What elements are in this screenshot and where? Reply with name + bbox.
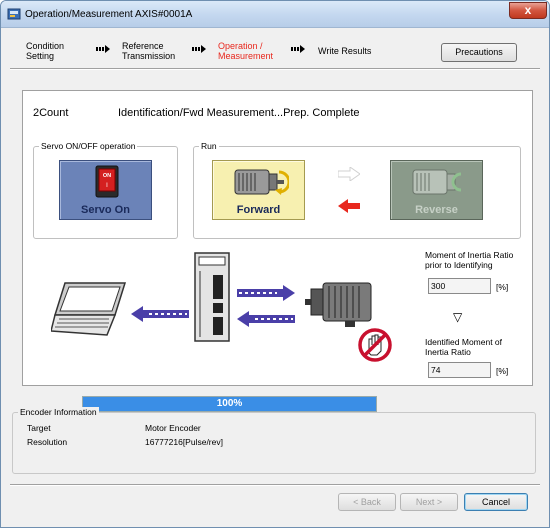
step-label-line1: Operation / <box>218 41 263 51</box>
step-label-line2: Measurement <box>218 51 274 61</box>
step-label-line1: Condition <box>26 41 65 51</box>
cancel-button[interactable]: Cancel <box>464 493 528 511</box>
step-arrow-icon <box>291 45 305 53</box>
step-condition-setting: Condition Setting <box>26 41 64 61</box>
step-arrow-icon <box>192 45 206 53</box>
run-group: Run Forward Reverse <box>193 141 521 239</box>
forward-button[interactable]: Forward <box>212 160 305 220</box>
motor-forward-icon <box>234 169 289 195</box>
count-label: 2Count <box>33 107 69 119</box>
run-group-label: Run <box>199 141 219 151</box>
data-arrow-left-icon <box>131 306 189 322</box>
data-arrow-right-icon <box>237 285 295 301</box>
power-switch-icon: ON I <box>95 165 119 198</box>
laptop-icon <box>51 282 127 336</box>
step-label-line2: Transmission <box>122 51 176 61</box>
back-button[interactable]: < Back <box>338 493 396 511</box>
data-arrow-left-icon <box>237 311 295 327</box>
close-icon: x <box>524 3 532 17</box>
servo-group-label: Servo ON/OFF operation <box>39 141 138 151</box>
precautions-button[interactable]: Precautions <box>441 43 517 62</box>
next-button[interactable]: Next > <box>400 493 458 511</box>
down-arrow-icon: ▽ <box>453 310 463 324</box>
step-reference-transmission: Reference Transmission <box>122 41 175 61</box>
servo-on-button[interactable]: ON I Servo On <box>59 160 152 220</box>
status-message: Identification/Fwd Measurement...Prep. C… <box>118 107 360 119</box>
label-line1: Moment of Inertia Ratio <box>425 250 514 260</box>
window-title: Operation/Measurement AXIS#0001A <box>25 9 193 20</box>
reverse-label: Reverse <box>415 204 458 216</box>
inertia-identified-label: Identified Moment of Inertia Ratio <box>425 337 502 357</box>
inertia-identified-unit: [%] <box>496 366 509 376</box>
arrow-right-icon <box>338 167 360 181</box>
encoder-target-label: Target <box>27 423 51 433</box>
inertia-identified-field: 74 <box>428 362 491 378</box>
separator <box>10 68 540 70</box>
label-line1: Identified Moment of <box>425 337 503 347</box>
step-label-line1: Reference <box>122 41 164 51</box>
encoder-resolution-value: 16777216[Pulse/rev] <box>145 437 223 447</box>
main-window: Operation/Measurement AXIS#0001A x Condi… <box>0 0 550 528</box>
encoder-target-value: Motor Encoder <box>145 423 201 433</box>
progress-bar: 100% <box>82 396 377 412</box>
arrow-left-icon <box>338 199 360 213</box>
reverse-button[interactable]: Reverse <box>390 160 483 220</box>
encoder-resolution-label: Resolution <box>27 437 68 447</box>
servo-motor-icon <box>305 282 372 327</box>
client-area: Condition Setting Reference Transmission… <box>2 29 548 527</box>
label-line2: Inertia Ratio <box>425 347 471 357</box>
close-button[interactable]: x <box>509 2 547 19</box>
step-label-line2: Setting <box>26 51 55 61</box>
encoder-group: Encoder Information Target Motor Encoder… <box>12 407 536 474</box>
inertia-prior-field: 300 <box>428 278 491 294</box>
step-label-line1: Write Results <box>318 46 372 56</box>
servo-drive-icon <box>194 252 230 342</box>
step-operation-measurement: Operation / Measurement <box>218 41 273 61</box>
separator <box>10 484 540 486</box>
forward-label: Forward <box>236 204 281 216</box>
step-write-results: Write Results <box>318 46 371 56</box>
servo-on-label: Servo On <box>81 204 130 216</box>
no-touch-icon <box>358 328 392 362</box>
encoder-group-label: Encoder Information <box>18 407 99 417</box>
switch-on-text: ON <box>103 173 111 179</box>
operation-panel: 2Count Identification/Fwd Measurement...… <box>22 90 533 412</box>
inertia-prior-unit: [%] <box>496 282 509 292</box>
label-line2: prior to Identifying <box>425 260 493 270</box>
step-arrow-icon <box>96 45 110 53</box>
title-bar[interactable]: Operation/Measurement AXIS#0001A x <box>1 1 549 28</box>
app-icon <box>7 8 21 20</box>
inertia-prior-label: Moment of Inertia Ratio prior to Identif… <box>425 250 513 270</box>
progress-label: 100% <box>216 398 243 409</box>
motor-reverse-icon <box>412 169 462 195</box>
servo-group: Servo ON/OFF operation ON I Servo On <box>33 141 178 239</box>
